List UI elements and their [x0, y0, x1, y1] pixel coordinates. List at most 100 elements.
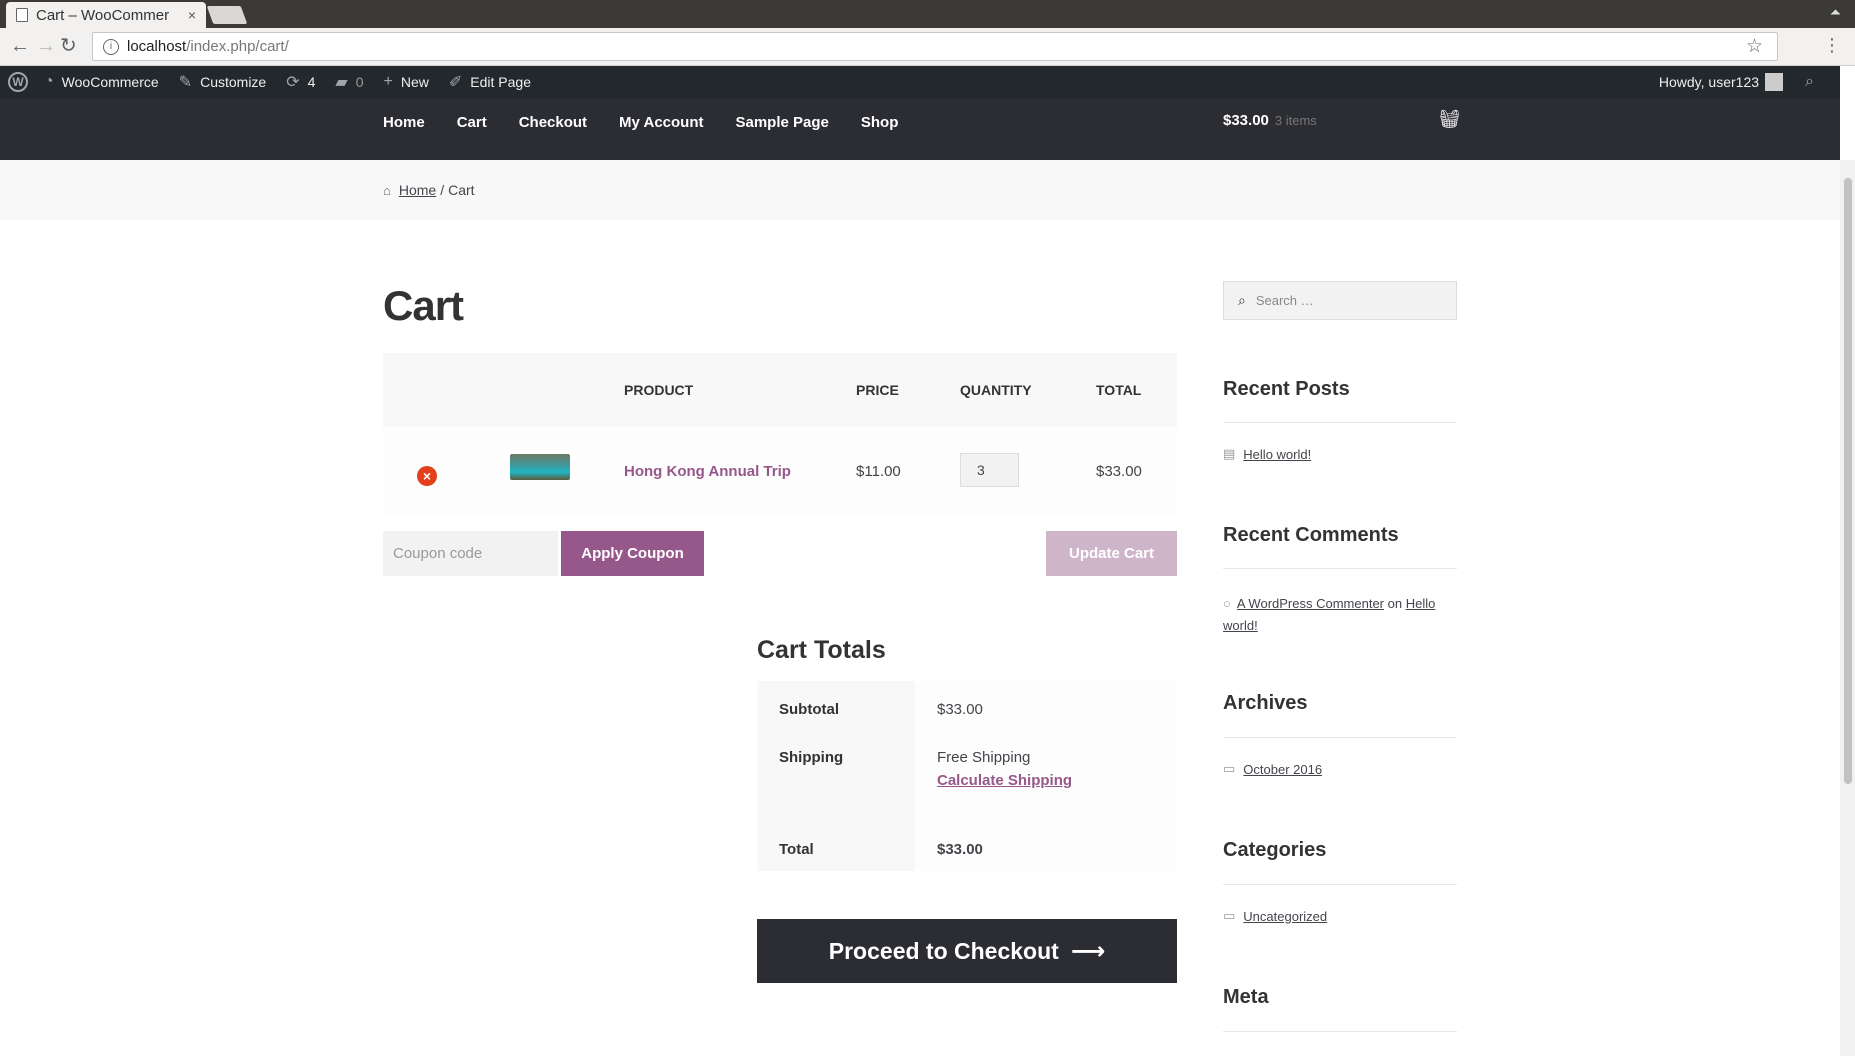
search-icon: ⌕	[1238, 292, 1246, 308]
comment-author-link[interactable]: A WordPress Commenter	[1237, 596, 1384, 611]
admin-bar-comments[interactable]: ▰ 0	[335, 72, 363, 92]
info-icon[interactable]: i	[103, 38, 119, 55]
scrollbar-thumb[interactable]	[1844, 178, 1852, 784]
profile-icon[interactable]: ⏶	[1830, 4, 1841, 21]
wordpress-logo-icon[interactable]: W	[8, 72, 28, 92]
coupon-code-input[interactable]: Coupon code	[383, 531, 558, 576]
admin-bar-account[interactable]: Howdy, user123 ⌕	[1659, 66, 1822, 98]
address-bar[interactable]: i localhost/index.php/cart/	[92, 32, 1778, 61]
update-cart-button[interactable]: Update Cart	[1046, 531, 1177, 576]
recent-post-link[interactable]: Hello world!	[1243, 447, 1311, 462]
tab-title: Cart – WooCommer	[36, 6, 170, 24]
admin-bar-edit[interactable]: ✐ Edit Page	[449, 72, 531, 92]
nav-cart[interactable]: Cart	[457, 114, 487, 131]
folder-icon: ▭	[1223, 761, 1236, 776]
breadcrumb-current: Cart	[448, 182, 475, 198]
header-cart-count: 3 items	[1274, 113, 1317, 128]
new-tab-button[interactable]	[206, 6, 248, 24]
admin-search-icon[interactable]: ⌕	[1805, 73, 1814, 91]
widget-divider	[1223, 737, 1457, 738]
page-title: Cart	[383, 282, 464, 329]
search-placeholder: Search …	[1255, 293, 1314, 308]
admin-bar-customize[interactable]: ✎ Customize	[179, 72, 267, 92]
widget-divider	[1223, 1031, 1457, 1032]
tab-close-icon[interactable]: ×	[188, 7, 196, 23]
page-scrollbar[interactable]	[1840, 160, 1855, 1056]
nav-my-account[interactable]: My Account	[619, 114, 703, 131]
shipping-value: Free Shipping	[937, 749, 1031, 766]
admin-bar-new-label: New	[400, 74, 429, 90]
proceed-to-checkout-button[interactable]: Proceed to Checkout ⟶	[757, 919, 1177, 983]
nav-shop[interactable]: Shop	[861, 114, 899, 131]
reload-icon[interactable]: ↻	[60, 36, 77, 56]
pencil-icon: ✐	[448, 74, 463, 91]
brush-icon: ✎	[178, 74, 193, 91]
browser-tabstrip: Cart – WooCommer × ⏶	[0, 0, 1855, 28]
sidebar-search-input[interactable]: ⌕ Search …	[1223, 281, 1457, 320]
nav-checkout[interactable]: Checkout	[519, 114, 587, 131]
admin-bar-site-label: WooCommerce	[61, 74, 159, 90]
breadcrumb-separator: /	[440, 182, 445, 198]
subtotal-label: Subtotal	[757, 681, 915, 729]
browser-tab[interactable]: Cart – WooCommer ×	[6, 2, 206, 28]
category-item: ▭ Uncategorized	[1223, 908, 1327, 924]
meta-title: Meta	[1223, 986, 1269, 1008]
main-navigation: Home Cart Checkout My Account Sample Pag…	[383, 98, 930, 146]
browser-toolbar: ← → ↻ i localhost/index.php/cart/ ☆ ⋮	[0, 28, 1855, 66]
archive-link[interactable]: October 2016	[1243, 762, 1322, 777]
cart-table-header: PRODUCT PRICE QUANTITY TOTAL	[383, 353, 1177, 427]
header-cart[interactable]: $33.00 3 items	[1223, 112, 1317, 129]
header-cart-total: $33.00	[1223, 112, 1269, 129]
category-link[interactable]: Uncategorized	[1243, 909, 1327, 924]
document-icon: ▤	[1223, 446, 1236, 461]
breadcrumb: ⌂ Home / Cart	[0, 160, 1840, 220]
forward-icon[interactable]: →	[36, 36, 56, 56]
back-icon[interactable]: ←	[10, 36, 30, 56]
archive-item: ▭ October 2016	[1223, 761, 1322, 777]
page-icon	[16, 8, 28, 22]
cart-totals-table: Subtotal $33.00 Shipping Free Shipping C…	[757, 681, 1177, 871]
product-thumbnail[interactable]	[510, 454, 570, 480]
plus-icon: +	[383, 73, 393, 90]
apply-coupon-button[interactable]: Apply Coupon	[561, 531, 704, 576]
recent-comment-item: ○ A WordPress Commenter on Hello world!	[1223, 593, 1457, 637]
recent-comments-title: Recent Comments	[1223, 524, 1399, 546]
total-row: Total $33.00	[757, 821, 1177, 871]
admin-bar-new[interactable]: + New	[384, 73, 429, 91]
remove-item-icon[interactable]: ×	[417, 466, 437, 486]
shipping-label: Shipping	[757, 729, 915, 821]
col-quantity: QUANTITY	[960, 382, 1032, 398]
categories-title: Categories	[1223, 839, 1327, 861]
quantity-input[interactable]: 3	[960, 453, 1019, 487]
product-name-link[interactable]: Hong Kong Annual Trip	[624, 463, 791, 480]
browser-menu-icon[interactable]: ⋮	[1823, 36, 1841, 54]
shipping-cell: Free Shipping Calculate Shipping	[915, 729, 1177, 821]
col-product: PRODUCT	[624, 382, 694, 398]
admin-bar-updates[interactable]: ⟳ 4	[286, 72, 315, 92]
basket-icon[interactable]: 🧺︎	[1438, 109, 1461, 130]
total-label: Total	[757, 821, 915, 871]
admin-bar-site[interactable]: ◔ WooCommerce	[44, 73, 159, 91]
total-value: $33.00	[915, 821, 1177, 871]
arrow-right-icon: ⟶	[1070, 937, 1106, 965]
folder-icon: ▭	[1223, 908, 1236, 923]
subtotal-value: $33.00	[915, 681, 1177, 729]
col-price: PRICE	[856, 382, 899, 398]
breadcrumb-home[interactable]: Home	[399, 182, 436, 198]
nav-home[interactable]: Home	[383, 114, 425, 131]
archives-title: Archives	[1223, 692, 1308, 714]
widget-divider	[1223, 884, 1457, 885]
admin-bar-customize-label: Customize	[200, 74, 267, 90]
widget-divider	[1223, 568, 1457, 569]
updates-icon: ⟳	[286, 74, 300, 91]
product-subtotal: $33.00	[1096, 463, 1142, 480]
admin-bar-comments-count: 0	[355, 74, 364, 90]
url-path: /index.php/cart/	[186, 38, 289, 55]
calculate-shipping-link[interactable]: Calculate Shipping	[937, 772, 1177, 789]
howdy-text: Howdy, user123	[1658, 74, 1760, 90]
avatar	[1765, 73, 1784, 91]
dashboard-icon: ◔	[44, 73, 54, 90]
nav-sample-page[interactable]: Sample Page	[736, 114, 829, 131]
bookmark-star-icon[interactable]: ☆	[1746, 35, 1763, 58]
comment-bubble-icon: ○	[1223, 596, 1231, 611]
